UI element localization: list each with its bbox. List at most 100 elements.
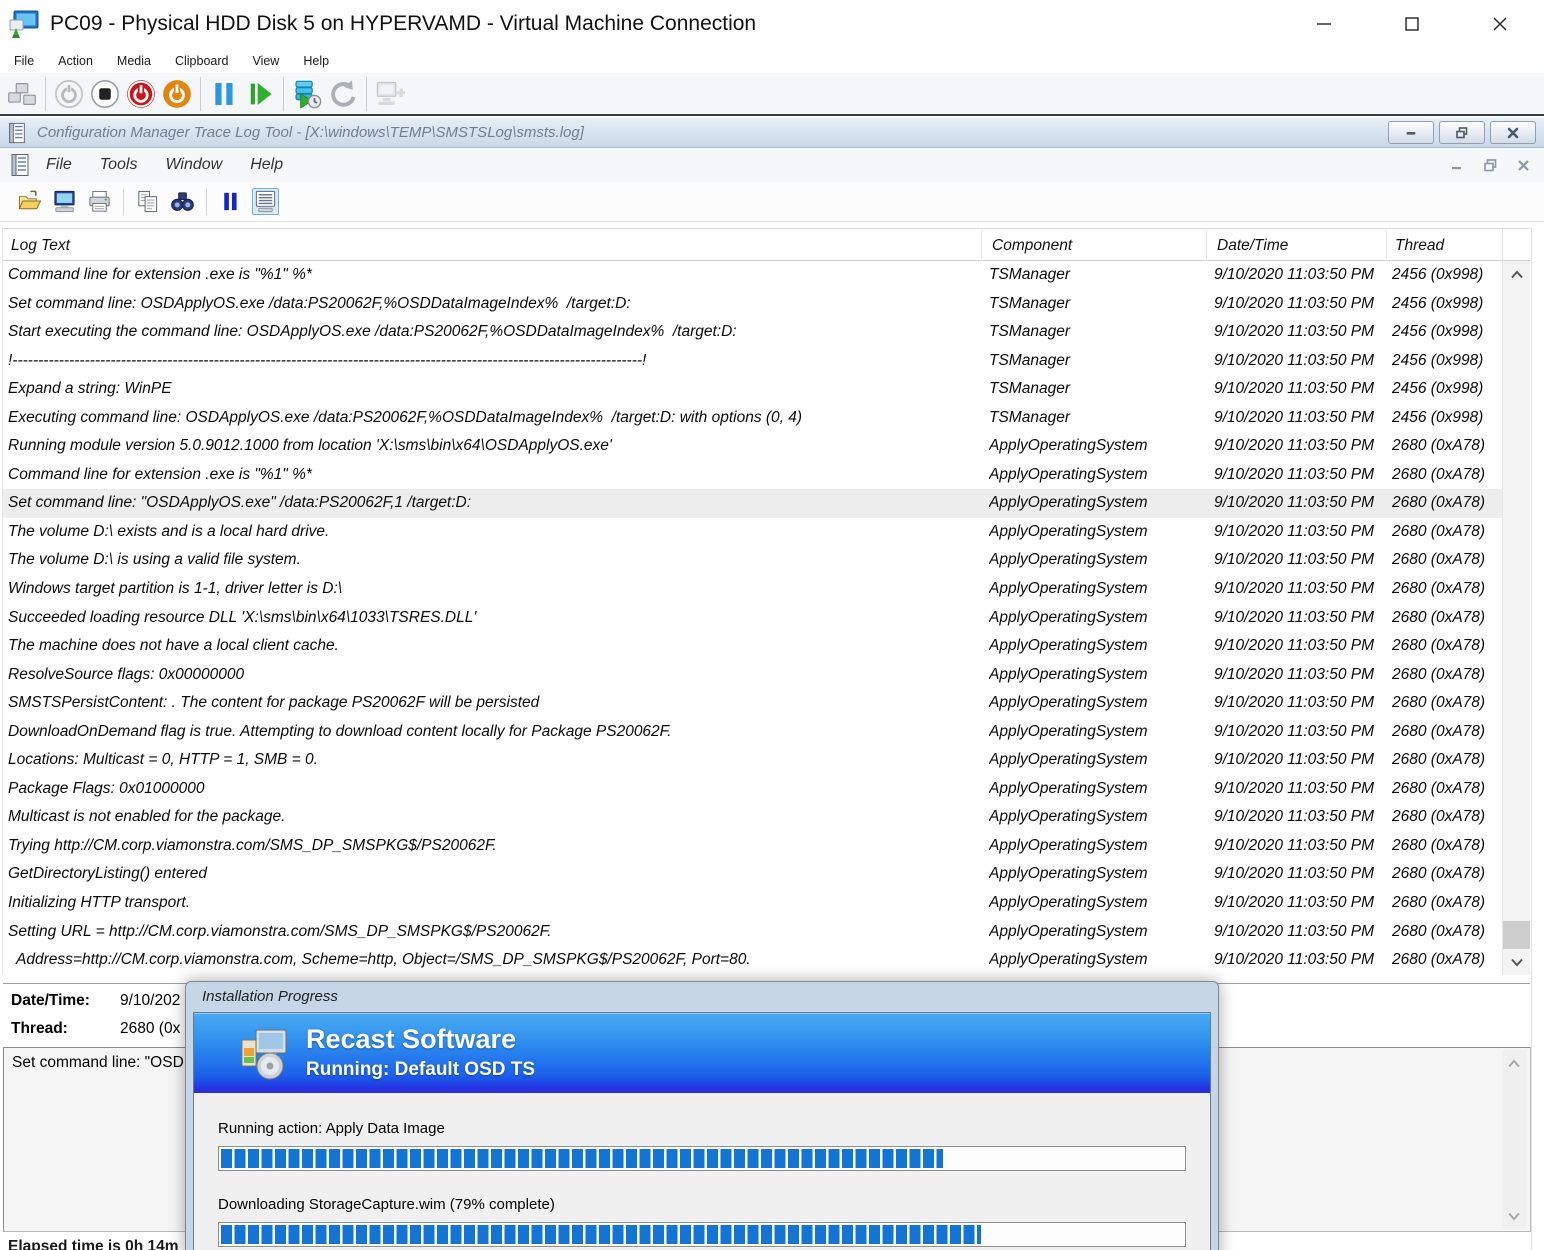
scroll-up-arrow[interactable] [1502, 1050, 1526, 1076]
view-icon[interactable] [51, 188, 78, 215]
log-cell: ApplyOperatingSystem [989, 661, 1205, 690]
turn-off-icon[interactable] [88, 77, 122, 111]
cmtrace-restore-button[interactable] [1439, 121, 1485, 144]
log-cell: 2456 (0x998) [1392, 375, 1500, 404]
revert-icon[interactable] [326, 77, 360, 111]
mdi-restore-icon[interactable] [1484, 159, 1497, 172]
log-row[interactable]: Succeeded loading resource DLL 'X:\sms\b… [3, 604, 1502, 633]
log-cell: Start executing the command line: OSDApp… [8, 318, 980, 347]
start-icon[interactable] [52, 77, 86, 111]
log-row[interactable]: The volume D:\ exists and is a local har… [3, 518, 1502, 547]
log-row[interactable]: Executing command line: OSDApplyOS.exe /… [3, 404, 1502, 433]
cmtrace-menu-window[interactable]: Window [165, 156, 222, 173]
mdi-minimize-icon[interactable] [1451, 159, 1464, 172]
column-header-thread[interactable]: Thread [1395, 229, 1444, 262]
mdi-close-icon[interactable] [1517, 159, 1530, 172]
close-button[interactable] [1456, 0, 1544, 48]
cmtrace-minimize-button[interactable] [1388, 121, 1434, 144]
toolbar-separator [45, 77, 46, 111]
hyperv-app-icon [8, 8, 40, 40]
open-icon[interactable] [16, 188, 43, 215]
log-row[interactable]: Package Flags: 0x01000000ApplyOperatingS… [3, 775, 1502, 804]
cmtrace-menu-help[interactable]: Help [250, 156, 283, 173]
datetime-label: Date/Time: [11, 992, 90, 1010]
scroll-thumb[interactable] [1503, 921, 1530, 949]
log-row[interactable]: Set command line: OSDApplyOS.exe /data:P… [3, 290, 1502, 319]
log-row[interactable]: Initializing HTTP transport.ApplyOperati… [3, 889, 1502, 918]
enhanced-session-icon[interactable] [373, 77, 407, 111]
log-row[interactable]: Windows target partition is 1-1, driver … [3, 575, 1502, 604]
shutdown-icon[interactable] [124, 77, 158, 111]
log-row[interactable]: Command line for extension .exe is "%1" … [3, 261, 1502, 290]
reset-icon[interactable] [243, 77, 277, 111]
find-icon[interactable] [169, 188, 196, 215]
log-cell: Running module version 5.0.9012.1000 fro… [8, 432, 980, 461]
cmtrace-menu-file[interactable]: File [46, 156, 72, 173]
vm-menu-help[interactable]: Help [303, 54, 329, 68]
log-cell: ApplyOperatingSystem [989, 746, 1205, 775]
log-cell: The machine does not have a local client… [8, 632, 980, 661]
dialog-brand: Recast Software [306, 1024, 516, 1055]
running-action-label: Running action: Apply Data Image [218, 1120, 1186, 1137]
log-row[interactable]: Set command line: "OSDApplyOS.exe" /data… [3, 489, 1502, 518]
scroll-up-arrow[interactable] [1503, 261, 1530, 287]
log-cell: 2456 (0x998) [1392, 347, 1500, 376]
log-row[interactable]: Start executing the command line: OSDApp… [3, 318, 1502, 347]
copy-icon[interactable] [134, 188, 161, 215]
minimize-button[interactable] [1280, 0, 1368, 48]
log-cell: Initializing HTTP transport. [8, 889, 980, 918]
toolbar-separator [206, 189, 207, 215]
log-cell: Trying http://CM.corp.viamonstra.com/SMS… [8, 832, 980, 861]
column-header-date-time[interactable]: Date/Time [1217, 229, 1288, 262]
cmtrace-app-icon [6, 122, 28, 144]
toolbar-separator [123, 189, 124, 215]
log-row[interactable]: SMSTSPersistContent: . The content for p… [3, 689, 1502, 718]
log-row[interactable]: The volume D:\ is using a valid file sys… [3, 546, 1502, 575]
log-row[interactable]: GetDirectoryListing() enteredApplyOperat… [3, 860, 1502, 889]
log-row[interactable]: Multicast is not enabled for the package… [3, 803, 1502, 832]
dialog-body: Recast Software Running: Default OSD TS … [193, 1012, 1211, 1250]
log-scrollbar[interactable] [1503, 261, 1530, 975]
tail-icon[interactable] [252, 188, 279, 215]
log-row[interactable]: Running module version 5.0.9012.1000 fro… [3, 432, 1502, 461]
log-row[interactable]: Command line for extension .exe is "%1" … [3, 461, 1502, 490]
log-cell: 9/10/2020 11:03:50 PM [1214, 347, 1386, 376]
power-icon[interactable] [160, 77, 194, 111]
status-elapsed-time: Elapsed time is 0h 14m [8, 1238, 179, 1250]
checkpoint-icon[interactable] [290, 77, 324, 111]
column-header-component[interactable]: Component [992, 229, 1072, 262]
log-row[interactable]: Address=http://CM.corp.viamonstra.com, S… [3, 946, 1502, 975]
vm-menu-file[interactable]: File [14, 54, 34, 68]
log-row[interactable]: Locations: Multicast = 0, HTTP = 1, SMB … [3, 746, 1502, 775]
log-cell: 2456 (0x998) [1392, 318, 1500, 347]
log-row[interactable]: DownloadOnDemand flag is true. Attemptin… [3, 718, 1502, 747]
log-row[interactable]: The machine does not have a local client… [3, 632, 1502, 661]
cmtrace-close-button[interactable] [1490, 121, 1536, 144]
log-cell: 2680 (0xA78) [1392, 718, 1500, 747]
log-cell: ApplyOperatingSystem [989, 946, 1205, 975]
maximize-button[interactable] [1368, 0, 1456, 48]
detail-scrollbar[interactable] [1502, 1050, 1526, 1229]
thread-value: 2680 (0x [120, 1020, 180, 1038]
scroll-down-arrow[interactable] [1502, 1203, 1526, 1229]
print-icon[interactable] [86, 188, 113, 215]
ctrl-alt-del-icon[interactable] [5, 77, 39, 111]
log-cell: 2456 (0x998) [1392, 404, 1500, 433]
log-row[interactable]: Trying http://CM.corp.viamonstra.com/SMS… [3, 832, 1502, 861]
vm-menu-clipboard[interactable]: Clipboard [175, 54, 229, 68]
log-row[interactable]: Expand a string: WinPETSManager9/10/2020… [3, 375, 1502, 404]
log-row[interactable]: !---------------------------------------… [3, 347, 1502, 376]
log-cell: ApplyOperatingSystem [989, 546, 1205, 575]
log-cell: Command line for extension .exe is "%1" … [8, 461, 980, 490]
scroll-down-arrow[interactable] [1503, 949, 1530, 975]
vm-menu-view[interactable]: View [252, 54, 279, 68]
installer-icon [236, 1026, 292, 1082]
pause-icon-vm[interactable] [207, 77, 241, 111]
vm-menu-media[interactable]: Media [117, 54, 151, 68]
vm-menu-action[interactable]: Action [58, 54, 93, 68]
log-row[interactable]: ResolveSource flags: 0x00000000ApplyOper… [3, 661, 1502, 690]
pause-icon[interactable] [217, 188, 244, 215]
cmtrace-menu-tools[interactable]: Tools [100, 156, 138, 173]
log-row[interactable]: Setting URL = http://CM.corp.viamonstra.… [3, 918, 1502, 947]
column-header-log-text[interactable]: Log Text [11, 229, 70, 262]
